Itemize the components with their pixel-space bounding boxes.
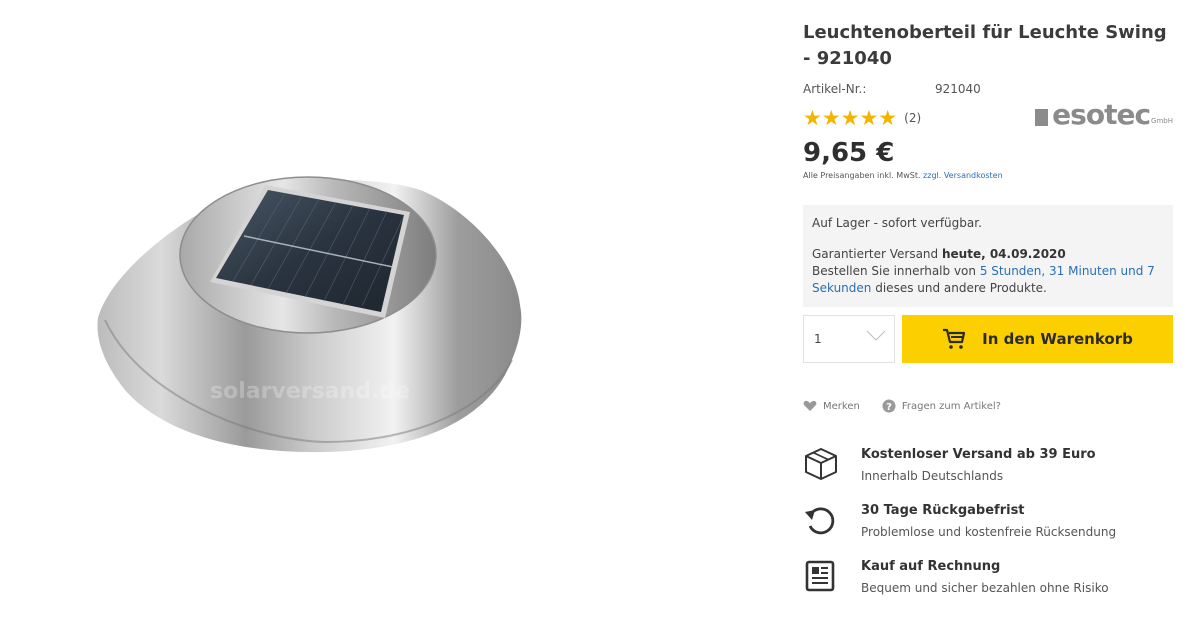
product-price: 9,65 €	[803, 138, 895, 168]
feature-title: Kauf auf Rechnung	[861, 559, 1001, 574]
feature-subtitle: Problemlose und kostenfreie Rücksendung	[861, 525, 1117, 539]
guarantee-prefix: Garantierter Versand	[812, 247, 939, 261]
review-count[interactable]: (2)	[904, 111, 921, 125]
invoice-icon	[805, 560, 835, 592]
question-link[interactable]: ? Fragen zum Artikel?	[882, 399, 1001, 413]
add-to-cart-button[interactable]: In den Warenkorb	[902, 315, 1173, 363]
box-icon	[805, 448, 837, 480]
shipping-costs-link[interactable]: zzgl. Versandkosten	[923, 171, 1003, 180]
feature-item: 30 Tage Rückgabefrist Problemlose und ko…	[803, 502, 1173, 558]
feature-title: Kostenloser Versand ab 39 Euro	[861, 447, 1096, 462]
brand-name: esotec	[1052, 98, 1151, 131]
vat-note: Alle Preisangaben inkl. MwSt. zzgl. Vers…	[803, 171, 1173, 180]
brand-logo-square-icon	[1035, 109, 1049, 126]
guarantee-line: Garantierter Versand heute, 04.09.2020	[812, 246, 1165, 263]
feature-list: Kostenloser Versand ab 39 Euro Innerhalb…	[803, 446, 1173, 614]
chevron-down-icon	[866, 330, 886, 341]
star-rating-icons[interactable]: ★★★★★	[803, 108, 897, 129]
availability-text: Auf Lager - sofort verfügbar.	[812, 216, 982, 230]
feature-title: 30 Tage Rückgabefrist	[861, 503, 1025, 518]
question-label: Fragen zum Artikel?	[901, 400, 1001, 412]
feature-item: Kauf auf Rechnung Bequem und sicher beza…	[803, 558, 1173, 614]
cart-icon	[943, 328, 966, 349]
article-number-value: 921040	[935, 82, 981, 96]
wishlist-label: Merken	[823, 400, 860, 412]
product-actions: Merken ? Fragen zum Artikel?	[803, 399, 1173, 413]
order-suffix: dieses und andere Produkte.	[875, 281, 1047, 295]
delivery-info-box: Auf Lager - sofort verfügbar. Garantiert…	[803, 205, 1173, 307]
vat-text: Alle Preisangaben inkl. MwSt.	[803, 171, 921, 180]
product-image[interactable]: solarversand.de	[0, 0, 790, 636]
product-details-panel: Leuchtenoberteil für Leuchte Swing - 921…	[803, 20, 1173, 614]
article-number-label: Artikel-Nr.:	[803, 82, 867, 96]
feature-item: Kostenloser Versand ab 39 Euro Innerhalb…	[803, 446, 1173, 502]
heart-icon	[803, 400, 817, 411]
watermark-text: solarversand.de	[210, 379, 410, 404]
wishlist-link[interactable]: Merken	[803, 400, 860, 412]
guarantee-date: heute, 04.09.2020	[942, 247, 1066, 261]
brand-logo[interactable]: esotec GmbH	[1035, 98, 1173, 131]
rating-row: ★★★★★ (2) esotec GmbH	[803, 98, 1173, 131]
solar-lamp-top-image: solarversand.de	[97, 176, 522, 453]
order-prefix: Bestellen Sie innerhalb von	[812, 264, 976, 278]
article-number-row: Artikel-Nr.: 921040	[803, 82, 1173, 96]
quantity-value: 1	[814, 332, 822, 346]
feature-subtitle: Innerhalb Deutschlands	[861, 469, 1004, 483]
buy-row: 1 In den Warenkorb	[803, 315, 1173, 363]
svg-text:?: ?	[886, 402, 892, 413]
return-icon	[805, 507, 835, 535]
quantity-select[interactable]: 1	[803, 315, 895, 363]
order-deadline-line: Bestellen Sie innerhalb von 5 Stunden, 3…	[812, 263, 1165, 297]
add-to-cart-label: In den Warenkorb	[982, 330, 1133, 348]
brand-suffix: GmbH	[1151, 117, 1173, 125]
product-title: Leuchtenoberteil für Leuchte Swing - 921…	[803, 22, 1167, 69]
question-icon: ?	[882, 399, 896, 413]
feature-subtitle: Bequem und sicher bezahlen ohne Risiko	[861, 581, 1109, 595]
